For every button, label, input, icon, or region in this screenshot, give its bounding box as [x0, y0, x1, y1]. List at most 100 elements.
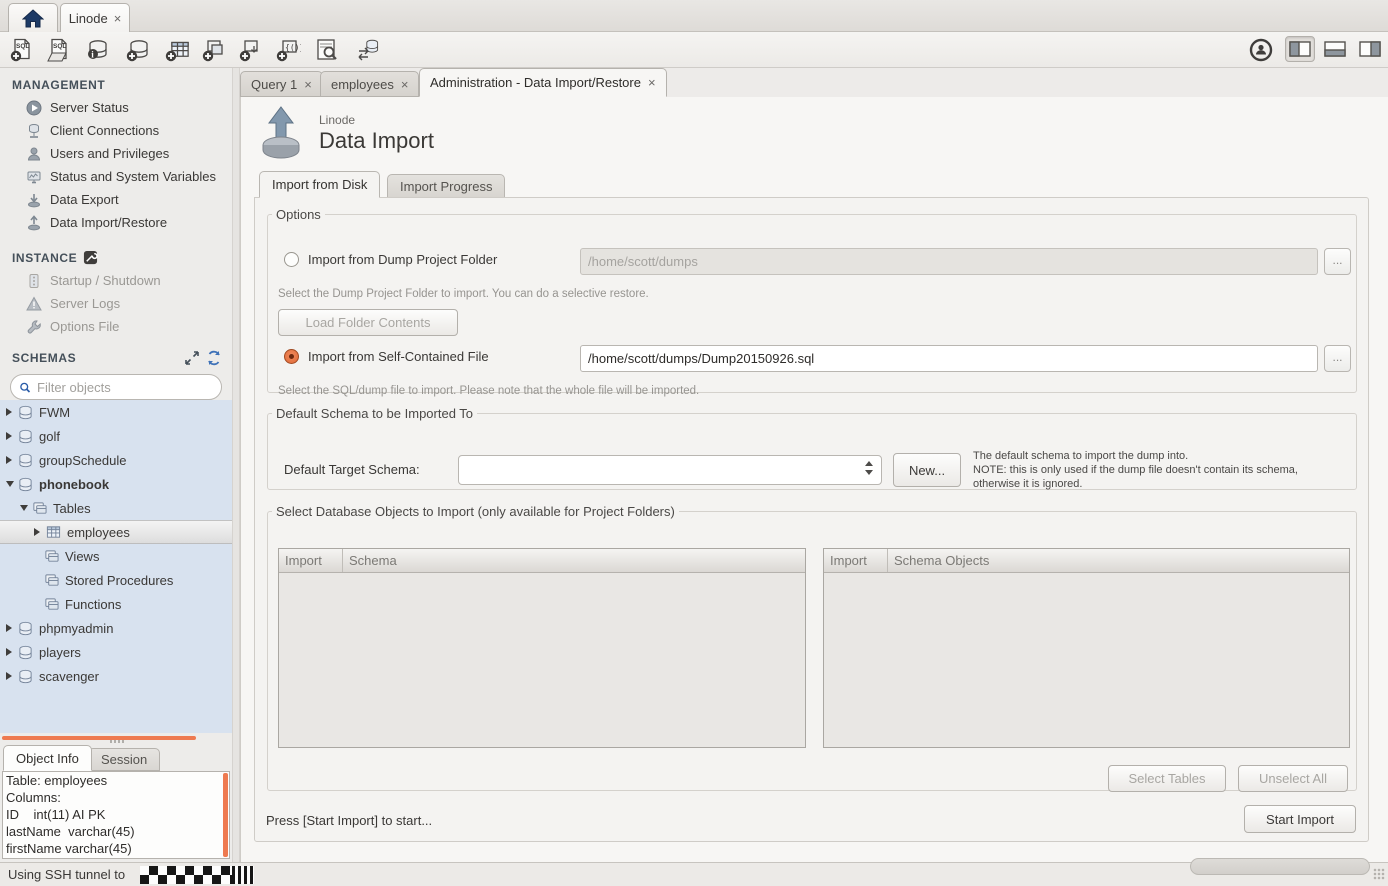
- file-path-input[interactable]: [580, 345, 1318, 372]
- tree-item-golf[interactable]: golf: [0, 424, 232, 448]
- chevron-right-icon[interactable]: [6, 648, 14, 656]
- tree-item-views[interactable]: Views: [0, 544, 232, 568]
- sidebar-splitter[interactable]: [0, 733, 232, 743]
- server-status-icon: [26, 100, 42, 116]
- tab-query1[interactable]: Query 1×: [240, 71, 323, 97]
- sidebar-item-users-privileges[interactable]: Users and Privileges: [0, 142, 232, 165]
- schema-table[interactable]: Import Schema: [278, 548, 806, 748]
- table-inspector-icon[interactable]: [314, 37, 340, 63]
- combo-value: [459, 462, 467, 477]
- tree-item-players[interactable]: players: [0, 640, 232, 664]
- refresh-icon[interactable]: [206, 350, 222, 366]
- splitter-accent-bar: [2, 736, 196, 740]
- tab-import-from-disk[interactable]: Import from Disk: [259, 171, 380, 198]
- toggle-left-panel-icon[interactable]: [1285, 36, 1315, 62]
- folder-radio-row: Import from Dump Project Folder: [284, 252, 497, 267]
- new-sql-tab-icon[interactable]: SQL: [9, 37, 35, 63]
- close-icon[interactable]: ×: [304, 77, 312, 92]
- close-icon[interactable]: ×: [401, 77, 409, 92]
- new-view-icon[interactable]: [201, 37, 227, 63]
- procedures-folder-icon: [44, 573, 59, 588]
- vertical-splitter[interactable]: [232, 68, 240, 862]
- schema-filter-box: [10, 374, 222, 400]
- chevron-right-icon[interactable]: [34, 528, 42, 536]
- folder-browse-button[interactable]: ...: [1324, 248, 1351, 275]
- sidebar-item-data-import[interactable]: Data Import/Restore: [0, 211, 232, 234]
- sidebar-item-server-logs[interactable]: Server Logs: [0, 292, 232, 315]
- column-header-import[interactable]: Import: [824, 549, 888, 572]
- select-tables-button[interactable]: Select Tables: [1108, 765, 1226, 792]
- sidebar-item-server-status[interactable]: Server Status: [0, 96, 232, 119]
- open-sql-file-icon[interactable]: SQL: [46, 37, 72, 63]
- unselect-all-button[interactable]: Unselect All: [1238, 765, 1348, 792]
- expand-panel-icon[interactable]: [184, 350, 200, 366]
- column-header-schema-objects[interactable]: Schema Objects: [888, 549, 1349, 572]
- connection-info-icon[interactable]: i: [85, 37, 111, 63]
- user-account-icon[interactable]: [1248, 37, 1274, 63]
- tree-item-functions[interactable]: Functions: [0, 592, 232, 616]
- spinner-arrows-icon[interactable]: [865, 461, 874, 481]
- toggle-right-panel-icon[interactable]: [1355, 36, 1385, 62]
- new-routine-icon[interactable]: [238, 37, 264, 63]
- svg-text:{()}: {()}: [285, 43, 301, 52]
- resize-grip[interactable]: [1373, 868, 1385, 880]
- toggle-bottom-panel-icon[interactable]: [1320, 36, 1350, 62]
- tree-item-phonebook[interactable]: phonebook: [0, 472, 232, 496]
- status-variables-icon: [26, 169, 42, 185]
- tree-item-employees[interactable]: employees: [0, 520, 232, 544]
- sidebar-item-startup-shutdown[interactable]: Startup / Shutdown: [0, 269, 232, 292]
- schemas-section-title: SCHEMAS: [12, 351, 178, 365]
- options-file-icon: [26, 319, 42, 335]
- chevron-right-icon[interactable]: [6, 672, 14, 680]
- sidebar-item-client-connections[interactable]: Client Connections: [0, 119, 232, 142]
- svg-text:SQL: SQL: [53, 43, 66, 50]
- object-info-scrollbar[interactable]: [223, 773, 228, 857]
- file-browse-button[interactable]: ...: [1324, 345, 1351, 372]
- chevron-right-icon[interactable]: [6, 624, 14, 632]
- schema-filter-input[interactable]: [37, 380, 213, 395]
- schema-objects-table[interactable]: Import Schema Objects: [823, 548, 1350, 748]
- column-header-schema[interactable]: Schema: [343, 549, 805, 572]
- chevron-down-icon[interactable]: [20, 505, 28, 511]
- close-icon[interactable]: ×: [648, 75, 656, 90]
- file-radio-button[interactable]: [284, 349, 299, 364]
- new-schema-button[interactable]: New...: [893, 453, 961, 487]
- default-target-schema-combo[interactable]: [458, 455, 882, 485]
- load-folder-contents-button[interactable]: Load Folder Contents: [278, 309, 458, 336]
- folder-path-input[interactable]: [580, 248, 1318, 275]
- new-connection-icon[interactable]: [125, 37, 151, 63]
- close-icon[interactable]: ×: [114, 11, 122, 26]
- tree-item-groupschedule[interactable]: groupSchedule: [0, 448, 232, 472]
- horizontal-scrollbar[interactable]: [1190, 858, 1370, 875]
- new-table-icon[interactable]: [164, 37, 190, 63]
- tree-item-scavenger[interactable]: scavenger: [0, 664, 232, 688]
- start-import-button[interactable]: Start Import: [1244, 805, 1356, 833]
- tree-item-tables[interactable]: Tables: [0, 496, 232, 520]
- tree-item-phpmyadmin[interactable]: phpmyadmin: [0, 616, 232, 640]
- chevron-right-icon[interactable]: [6, 408, 14, 416]
- chevron-right-icon[interactable]: [6, 432, 14, 440]
- connection-tab[interactable]: Linode ×: [60, 3, 130, 32]
- sidebar-item-data-export[interactable]: Data Export: [0, 188, 232, 211]
- home-tab[interactable]: [8, 3, 58, 32]
- chevron-down-icon[interactable]: [6, 481, 14, 487]
- tab-session[interactable]: Session: [88, 748, 160, 771]
- server-logs-icon: [26, 296, 42, 312]
- folder-radio-button[interactable]: [284, 252, 299, 267]
- select-objects-legend: Select Database Objects to Import (only …: [272, 504, 679, 519]
- chevron-right-icon[interactable]: [6, 456, 14, 464]
- sidebar-item-options-file[interactable]: Options File: [0, 315, 232, 338]
- import-status-text: Press [Start Import] to start...: [266, 813, 432, 828]
- tab-employees[interactable]: employees×: [320, 71, 419, 97]
- data-transfer-icon[interactable]: [355, 37, 381, 63]
- tree-item-fwm[interactable]: FWM: [0, 400, 232, 424]
- object-info-line: lastName varchar(45): [3, 823, 229, 840]
- new-function-icon[interactable]: {()}: [275, 37, 301, 63]
- tree-item-stored-procedures[interactable]: Stored Procedures: [0, 568, 232, 592]
- tab-object-info[interactable]: Object Info: [3, 745, 92, 771]
- column-header-import[interactable]: Import: [279, 549, 343, 572]
- connection-name: Linode: [319, 113, 355, 127]
- tab-import-progress[interactable]: Import Progress: [387, 174, 505, 198]
- sidebar-item-status-variables[interactable]: Status and System Variables: [0, 165, 232, 188]
- tab-administration[interactable]: Administration - Data Import/Restore×: [419, 68, 667, 97]
